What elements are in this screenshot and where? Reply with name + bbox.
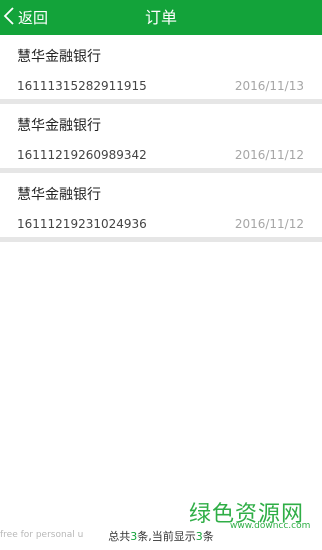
order-date: 2016/11/12 — [234, 148, 304, 162]
record-count-suffix: 条 — [202, 530, 214, 543]
order-bank-name: 慧华金融银行 — [17, 49, 101, 65]
record-count: 总共3条,当前显示3条 — [0, 528, 322, 544]
record-count-prefix: 总共 — [108, 530, 131, 543]
order-list: 慧华金融银行 16111315282911915 2016/11/13 慧华金融… — [0, 35, 322, 242]
record-count-middle: 条,当前显示 — [137, 530, 196, 543]
order-item[interactable]: 慧华金融银行 16111219260989342 2016/11/12 — [0, 104, 322, 168]
order-item[interactable]: 慧华金融银行 16111315282911915 2016/11/13 — [0, 35, 322, 99]
chevron-left-icon — [2, 6, 16, 30]
order-item[interactable]: 慧华金融银行 16111219231024936 2016/11/12 — [0, 173, 322, 237]
back-button[interactable]: 返回 — [2, 0, 62, 35]
back-label: 返回 — [18, 9, 49, 27]
order-bank-name: 慧华金融银行 — [17, 118, 101, 134]
app-header: 返回 订单 — [0, 0, 322, 35]
order-date: 2016/11/13 — [234, 79, 304, 93]
order-number: 16111315282911915 — [17, 79, 147, 93]
record-count-shown: 3 — [195, 530, 203, 543]
order-number: 16111219260989342 — [17, 148, 147, 162]
order-number: 16111219231024936 — [17, 217, 147, 231]
order-bank-name: 慧华金融银行 — [17, 187, 101, 203]
divider — [0, 237, 322, 242]
order-date: 2016/11/12 — [234, 217, 304, 231]
